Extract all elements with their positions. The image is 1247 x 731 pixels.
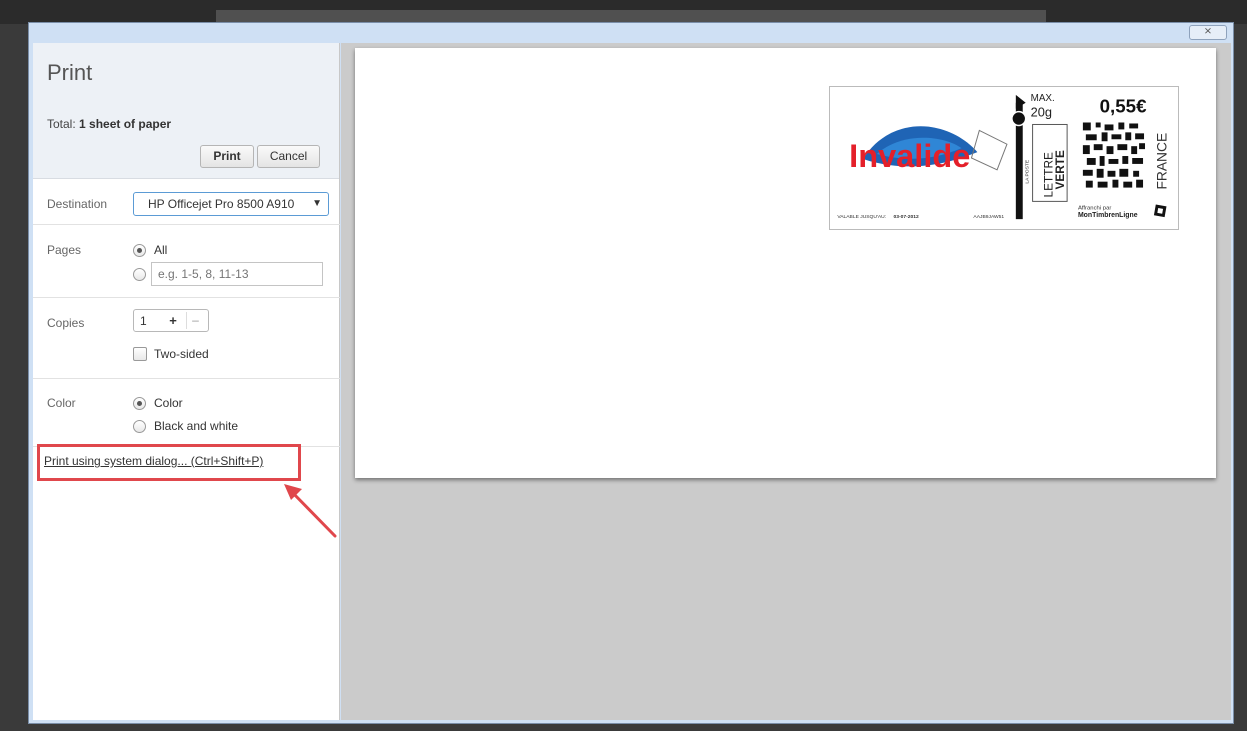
background-window-strip [0, 0, 1247, 24]
preview-page: Invalide LA POSTE MAX. 20g LETTRE VERTE … [355, 48, 1216, 478]
qr-code-icon [1080, 120, 1146, 190]
total-prefix: Total: [47, 117, 80, 131]
print-settings-sidebar: Print Total: 1 sheet of paper Print Canc… [33, 43, 340, 720]
destination-row: Destination HP Officejet Pro 8500 A910 ▼ [33, 180, 340, 225]
stamp-la-poste: LA POSTE [1025, 159, 1031, 184]
stamp-code: AAJB9JAW51 [973, 214, 1004, 220]
stamp-affranchi-label: Affranchi par [1078, 205, 1111, 211]
color-row: Color Color Black and white [33, 379, 340, 447]
stamp-weight: 20g [1031, 105, 1052, 120]
close-button[interactable]: ⨯ [1189, 25, 1227, 40]
pages-label: Pages [47, 243, 82, 257]
annotation-arrow-icon [284, 484, 337, 538]
copies-label: Copies [47, 316, 85, 330]
copies-decrement-button[interactable]: – [186, 312, 204, 329]
copies-increment-button[interactable]: + [164, 312, 182, 329]
sidebar-header: Print Total: 1 sheet of paper Print Canc… [33, 43, 339, 179]
destination-select[interactable]: HP Officejet Pro 8500 A910 ▼ [133, 192, 329, 216]
postage-stamp-image: Invalide LA POSTE MAX. 20g LETTRE VERTE … [829, 86, 1179, 230]
brand-logo-icon [1153, 204, 1167, 218]
cancel-button[interactable]: Cancel [257, 145, 320, 168]
destination-value: HP Officejet Pro 8500 A910 [148, 197, 295, 211]
stamp-verte: VERTE [1053, 150, 1067, 190]
copies-row: Copies 1 + – Two-sided [33, 298, 340, 379]
stamp-price: 0,55€ [1100, 96, 1147, 117]
annotation-highlight-box [37, 444, 301, 481]
color-option-label: Color [154, 396, 183, 410]
stamp-valid-date: 03-07-2012 [894, 214, 919, 220]
pages-all-radio[interactable] [133, 244, 146, 257]
stamp-max-label: MAX. [1031, 93, 1055, 104]
pages-custom-radio[interactable] [133, 268, 146, 281]
pages-custom-input[interactable] [151, 262, 323, 286]
total-value: 1 sheet of paper [79, 117, 172, 131]
pages-all-label: All [154, 243, 168, 257]
two-sided-checkbox[interactable] [133, 347, 147, 361]
stamp-country: FRANCE [1155, 133, 1170, 190]
copies-stepper: 1 + – [133, 309, 209, 332]
destination-label: Destination [47, 197, 108, 211]
two-sided-label: Two-sided [154, 347, 209, 361]
total-summary: Total: 1 sheet of paper [47, 117, 171, 131]
chevron-down-icon: ▼ [312, 198, 322, 209]
stamp-valid-label: VALABLE JUSQU'AU: [837, 214, 886, 220]
black-white-radio[interactable] [133, 420, 146, 433]
copies-value[interactable]: 1 [140, 314, 147, 328]
color-radio[interactable] [133, 397, 146, 410]
pages-row: Pages All [33, 225, 340, 298]
stamp-watermark: Invalide [849, 138, 970, 174]
print-button[interactable]: Print [200, 145, 254, 168]
background-tab [216, 10, 1046, 22]
print-preview-area: Invalide LA POSTE MAX. 20g LETTRE VERTE … [341, 43, 1231, 720]
stamp-brand: MonTimbrenLigne [1078, 212, 1138, 219]
black-white-label: Black and white [154, 419, 239, 433]
color-label: Color [47, 396, 76, 410]
page-title: Print [47, 60, 93, 85]
